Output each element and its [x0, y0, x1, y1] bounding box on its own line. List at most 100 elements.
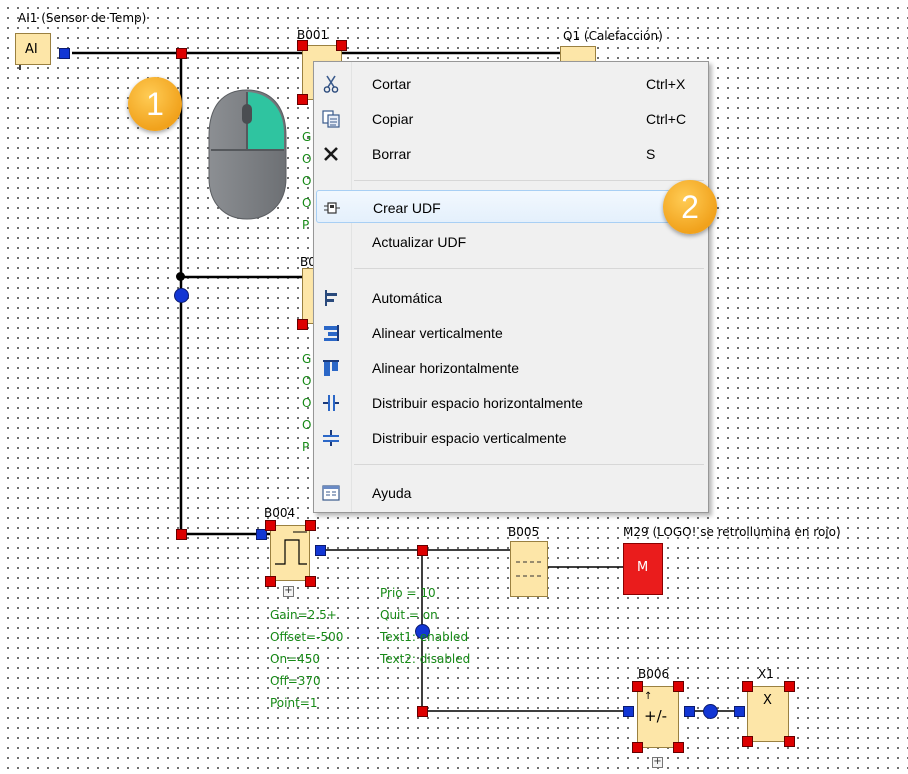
junction-lower[interactable]: [417, 706, 428, 717]
distribute-vertical-icon: [323, 430, 339, 446]
b006-corner-tr[interactable]: [673, 681, 684, 692]
distribute-horizontal-icon: [323, 395, 339, 411]
menu-item-label: Crear UDF: [373, 200, 441, 216]
b004-corner-br[interactable]: [305, 576, 316, 587]
b004-param: Point=1: [270, 696, 318, 710]
menu-item-label: Ayuda: [372, 485, 412, 501]
b005-param: Text1: enabled: [380, 630, 469, 644]
b006-corner-bl[interactable]: [632, 742, 643, 753]
b002-param: O: [302, 374, 312, 388]
align-vertical-icon: [324, 325, 339, 341]
x1-corner-br[interactable]: [784, 736, 795, 747]
q1-output-block[interactable]: [560, 46, 596, 62]
b002-corner-bl[interactable]: [297, 319, 308, 330]
step-badge-2: 2: [663, 180, 717, 234]
help-icon: [322, 485, 340, 501]
step-badge-1: 1: [128, 77, 182, 131]
menu-item-cortar[interactable]: Cortar Ctrl+X: [316, 67, 706, 100]
x1-input-connector[interactable]: [734, 706, 745, 717]
menu-item-label: Copiar: [372, 111, 414, 127]
menu-separator: [354, 180, 704, 181]
b005-param: Prio = 10: [380, 586, 436, 600]
q1-label: Q1 (Calefacción): [563, 29, 663, 43]
b004-corner-tr[interactable]: [305, 520, 316, 531]
menu-item-shortcut: S: [646, 146, 656, 162]
b004-output-connector[interactable]: [315, 545, 326, 556]
b001-corner-tr[interactable]: [336, 40, 347, 51]
b006-symbol: +/-: [644, 707, 668, 725]
b005-param: Text2: disabled: [380, 652, 471, 666]
m29-flag-block[interactable]: M: [623, 543, 663, 595]
b004-label: B004: [264, 506, 296, 520]
b001-param: O: [302, 174, 312, 188]
menu-item-label: Automática: [372, 290, 443, 306]
menu-item-actualizar-udf[interactable]: Actualizar UDF: [316, 225, 706, 258]
junction-top[interactable]: [176, 48, 187, 59]
scissors-icon: [323, 75, 339, 93]
expand-icon[interactable]: +: [652, 757, 663, 768]
menu-item-ayuda[interactable]: Ayuda: [316, 476, 706, 509]
udf-icon: [324, 202, 340, 214]
ai-block-label: AI: [25, 42, 38, 57]
b004-corner-tl[interactable]: [265, 520, 276, 531]
copy-icon: [322, 110, 340, 128]
b006-block[interactable]: ↑ +/-: [637, 686, 679, 748]
b006-corner-br[interactable]: [673, 742, 684, 753]
menu-item-label: Distribuir espacio verticalmente: [372, 430, 567, 446]
menu-item-distribuir-vertical[interactable]: Distribuir espacio verticalmente: [316, 421, 706, 454]
align-horizontal-icon: [323, 360, 339, 376]
x1-corner-bl[interactable]: [742, 736, 753, 747]
x1-label: X1: [758, 667, 774, 681]
ai-input-block[interactable]: AI: [15, 33, 51, 65]
message-text-icon: [516, 561, 544, 577]
expand-icon[interactable]: +: [283, 586, 294, 597]
junction-dot: [176, 272, 185, 281]
b001-param: G: [302, 130, 312, 144]
ai-output-connector[interactable]: [59, 48, 70, 59]
menu-item-label: Actualizar UDF: [372, 234, 467, 250]
b002-param: P: [302, 440, 310, 454]
menu-item-borrar[interactable]: Borrar S: [316, 137, 706, 170]
menu-item-alinear-horizontalmente[interactable]: Alinear horizontalmente: [316, 351, 706, 384]
auto-align-icon: [325, 290, 337, 306]
b005-param: Quit = on: [380, 608, 438, 622]
b002-param: O: [302, 418, 312, 432]
b001-param: P: [302, 218, 310, 232]
connection-point[interactable]: [703, 704, 718, 719]
junction-bottom-left[interactable]: [176, 529, 187, 540]
b006-input-connector[interactable]: [623, 706, 634, 717]
menu-separator: [354, 268, 704, 269]
b001-corner-tl[interactable]: [297, 40, 308, 51]
menu-item-copiar[interactable]: Copiar Ctrl+C: [316, 102, 706, 135]
b006-corner-tl[interactable]: [632, 681, 643, 692]
x1-block[interactable]: X: [747, 686, 789, 742]
b006-output-connector[interactable]: [684, 706, 695, 717]
hysteresis-icon: [275, 531, 307, 565]
b002-param: O: [302, 396, 312, 410]
b004-param: Off=370: [270, 674, 321, 688]
b001-param: O: [302, 152, 312, 166]
menu-item-crear-udf[interactable]: Crear UDF: [316, 190, 706, 223]
b005-label: B005: [508, 525, 540, 539]
b004-param: On=450: [270, 652, 321, 666]
connection-point[interactable]: [174, 288, 189, 303]
menu-item-automatica[interactable]: Automática: [316, 281, 706, 314]
b004-block[interactable]: [270, 525, 310, 581]
menu-item-label: Cortar: [372, 76, 411, 92]
x1-corner-tl[interactable]: [742, 681, 753, 692]
menu-separator: [354, 464, 704, 465]
b004-corner-bl[interactable]: [265, 576, 276, 587]
x1-corner-tr[interactable]: [784, 681, 795, 692]
b001-corner-bl[interactable]: [297, 94, 308, 105]
b001-param: O: [302, 196, 312, 210]
junction-middle[interactable]: [417, 545, 428, 556]
b006-label: B006: [638, 667, 670, 681]
menu-item-label: Distribuir espacio horizontalmente: [372, 395, 583, 411]
up-counter-icon: ↑: [644, 691, 653, 702]
menu-item-alinear-verticalmente[interactable]: Alinear verticalmente: [316, 316, 706, 349]
b005-block[interactable]: [510, 541, 548, 597]
b004-param: Offset=-500: [270, 630, 344, 644]
menu-item-distribuir-horizontal[interactable]: Distribuir espacio horizontalmente: [316, 386, 706, 419]
menu-item-label: Borrar: [372, 146, 411, 162]
menu-item-shortcut: Ctrl+C: [646, 111, 687, 127]
